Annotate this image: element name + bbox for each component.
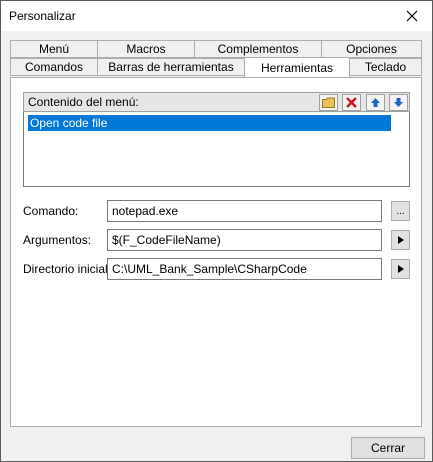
initial-directory-menu-button[interactable]: [391, 259, 410, 279]
arguments-field[interactable]: $(F_CodeFileName): [107, 229, 382, 251]
customize-dialog: Personalizar Menú Macros Complementos Op…: [0, 0, 433, 462]
move-up-button[interactable]: [366, 94, 385, 111]
delete-button[interactable]: [342, 94, 361, 111]
arguments-label: Argumentos:: [23, 233, 92, 247]
tab-label: Macros: [126, 42, 166, 56]
new-folder-button[interactable]: [319, 94, 338, 111]
tab-label: Herramientas: [260, 60, 334, 75]
triangle-right-icon: [397, 236, 404, 244]
close-button[interactable]: Cerrar: [351, 437, 425, 459]
delete-icon: [346, 97, 357, 108]
window-title: Personalizar: [9, 9, 76, 23]
tab-teclado[interactable]: Teclado: [349, 58, 422, 76]
move-down-button[interactable]: [389, 94, 408, 111]
triangle-right-icon: [397, 265, 404, 273]
command-label: Comando:: [23, 204, 79, 218]
tab-label: Comandos: [24, 60, 84, 74]
browse-command-button[interactable]: ...: [391, 201, 410, 221]
close-icon: [406, 10, 418, 22]
tab-macros[interactable]: Macros: [97, 40, 195, 58]
menu-contents-label: Contenido del menú:: [28, 95, 139, 109]
tab-comandos[interactable]: Comandos: [10, 58, 98, 76]
tab-label: Teclado: [364, 60, 407, 74]
menu-contents-list[interactable]: Open code file: [23, 112, 410, 187]
close-window-button[interactable]: [392, 1, 432, 31]
tab-label: Menú: [38, 42, 70, 56]
ellipsis-label: ...: [396, 205, 405, 217]
initial-directory-label: Directorio inicial:: [23, 262, 112, 276]
tab-label: Barras de herramientas: [108, 60, 234, 74]
new-folder-icon: [322, 97, 335, 108]
command-field[interactable]: notepad.exe: [107, 200, 382, 222]
tab-complementos[interactable]: Complementos: [194, 40, 322, 58]
title-bar: Personalizar: [1, 1, 432, 31]
tab-menu[interactable]: Menú: [10, 40, 98, 58]
close-button-label: Cerrar: [370, 441, 405, 455]
tab-label: Complementos: [217, 42, 299, 56]
arguments-menu-button[interactable]: [391, 230, 410, 250]
tab-barras-de-herramientas[interactable]: Barras de herramientas: [97, 58, 245, 76]
menu-contents-header: Contenido del menú:: [23, 92, 410, 112]
list-item[interactable]: Open code file: [28, 115, 391, 131]
tab-herramientas[interactable]: Herramientas: [244, 57, 350, 77]
move-down-icon: [394, 98, 403, 107]
tab-label: Opciones: [346, 42, 397, 56]
initial-directory-field[interactable]: C:\UML_Bank_Sample\CSharpCode: [107, 258, 382, 280]
move-up-icon: [371, 98, 380, 107]
tab-opciones[interactable]: Opciones: [321, 40, 422, 58]
